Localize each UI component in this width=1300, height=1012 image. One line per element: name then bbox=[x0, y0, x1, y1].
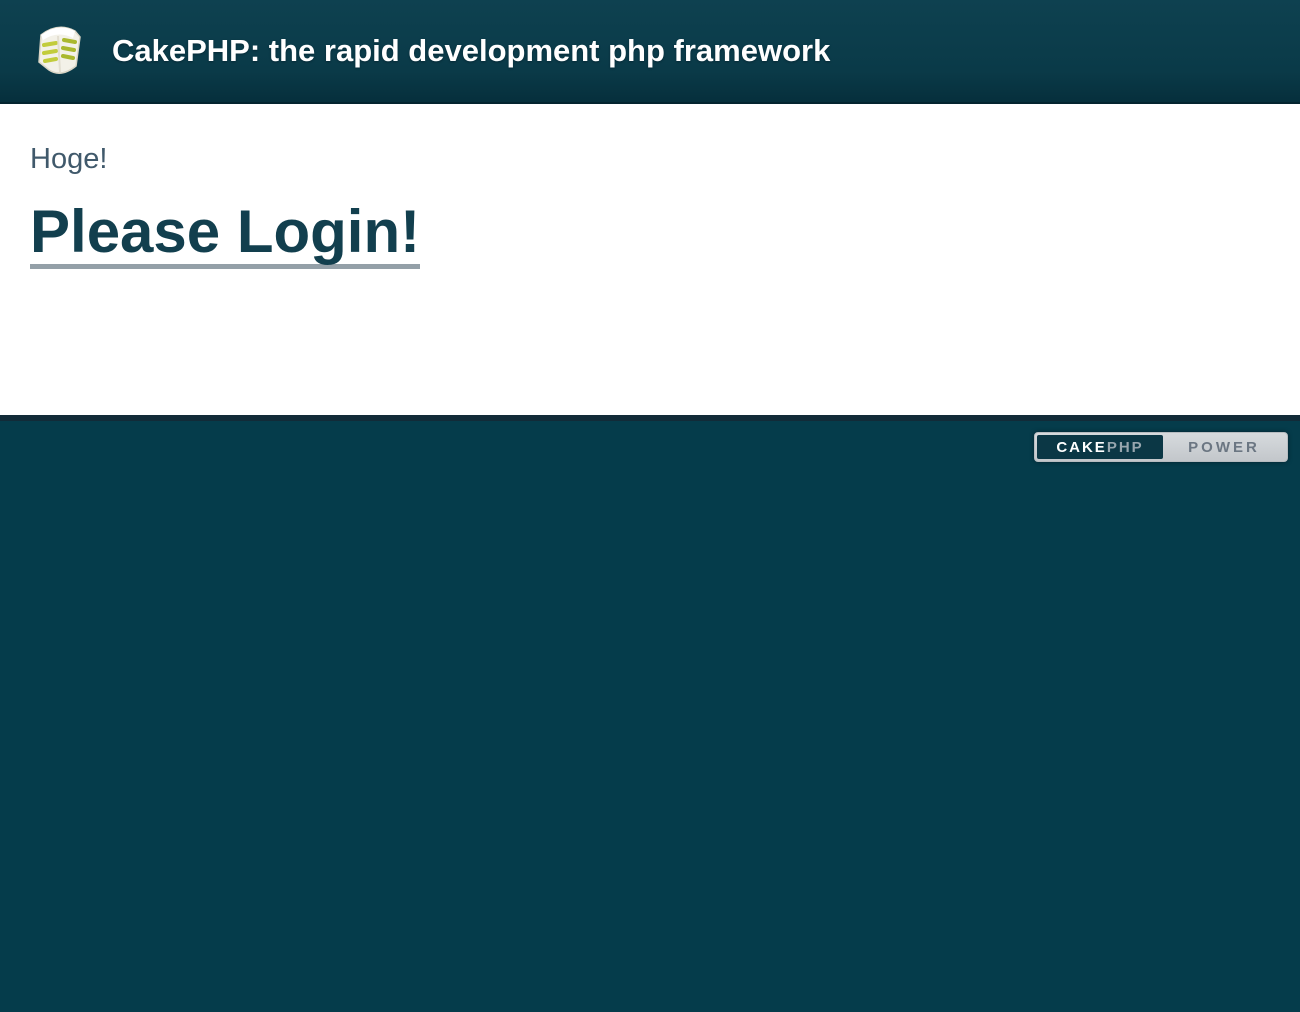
flash-message: Hoge! bbox=[30, 143, 108, 175]
login-link[interactable]: Please Login! bbox=[30, 201, 421, 269]
app-header: CakePHP: the rapid development php frame… bbox=[0, 0, 1300, 104]
badge-power-panel: POWER bbox=[1163, 435, 1285, 459]
content-area: Hoge! Please Login! bbox=[0, 104, 1300, 415]
login-heading: Please Login! bbox=[30, 201, 1270, 269]
app-footer: CAKE PHP POWER bbox=[0, 415, 1300, 1012]
cakephp-logo-icon bbox=[30, 24, 88, 78]
badge-power-text: POWER bbox=[1188, 438, 1260, 456]
cake-power-badge[interactable]: CAKE PHP POWER bbox=[1034, 432, 1288, 462]
badge-cakephp-panel: CAKE PHP bbox=[1037, 435, 1163, 459]
page-title: CakePHP: the rapid development php frame… bbox=[112, 33, 831, 68]
badge-php-text: PHP bbox=[1106, 438, 1144, 456]
badge-cake-text: CAKE bbox=[1056, 438, 1107, 456]
